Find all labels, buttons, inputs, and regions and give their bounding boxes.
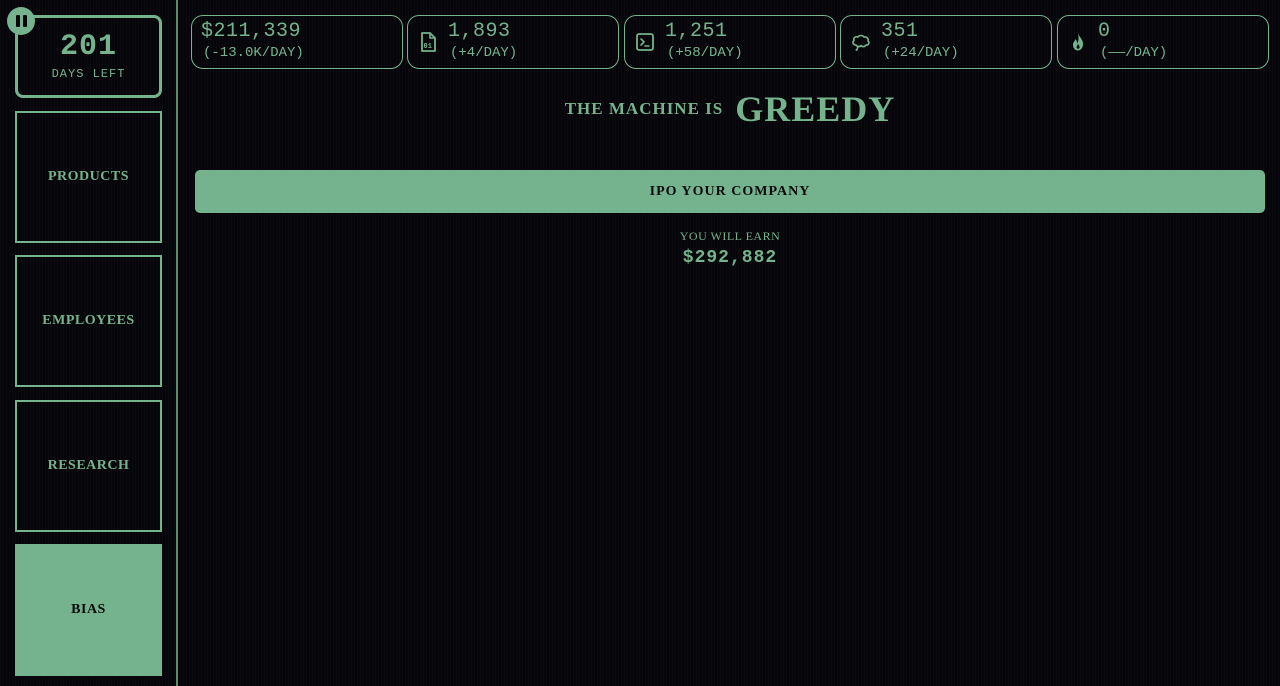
days-left-counter: 201 DAYS LEFT xyxy=(15,15,162,98)
cash-value: $211,339 xyxy=(201,20,302,43)
machine-status-lead: THE MACHINE IS xyxy=(564,99,724,118)
code-rate: (+58/DAY) xyxy=(667,45,743,61)
svg-text:01: 01 xyxy=(424,43,432,51)
intelligence-value: 351 xyxy=(881,20,919,43)
brain-icon xyxy=(850,31,872,53)
code-value: 1,251 xyxy=(665,20,728,43)
hype-value: 0 xyxy=(1098,20,1111,43)
data-rate: (+4/DAY) xyxy=(450,45,518,61)
stat-hype: 0 (——/DAY) xyxy=(1057,15,1269,69)
nav-research-label: RESEARCH xyxy=(47,458,130,473)
data-value: 1,893 xyxy=(448,20,511,43)
cash-rate: (-13.0K/DAY) xyxy=(203,45,304,61)
nav-employees-label: EMPLOYEES xyxy=(42,313,135,328)
sidebar: 201 DAYS LEFT PRODUCTS EMPLOYEES RESEARC… xyxy=(0,0,178,686)
hype-rate: (——/DAY) xyxy=(1100,45,1168,61)
ipo-button-label: IPO YOUR COMPANY xyxy=(649,183,811,199)
nav-research[interactable]: RESEARCH xyxy=(15,400,162,532)
intelligence-rate: (+24/DAY) xyxy=(883,45,959,61)
ipo-button[interactable]: IPO YOUR COMPANY xyxy=(195,170,1265,213)
nav-employees[interactable]: EMPLOYEES xyxy=(15,255,162,387)
machine-mood: GREEDY xyxy=(735,89,896,129)
terminal-icon xyxy=(634,31,656,53)
nav-products[interactable]: PRODUCTS xyxy=(15,111,162,243)
nav-products-label: PRODUCTS xyxy=(47,169,129,184)
pause-icon xyxy=(15,15,20,27)
nav-bias[interactable]: BIAS xyxy=(15,544,162,676)
stat-code: 1,251 (+58/DAY) xyxy=(624,15,836,69)
data-file-icon: 01 xyxy=(417,31,439,53)
machine-status-heading: THE MACHINE IS GREEDY xyxy=(195,88,1265,130)
stat-intelligence: 351 (+24/DAY) xyxy=(840,15,1052,69)
nav-bias-label: BIAS xyxy=(71,602,106,617)
pause-button[interactable] xyxy=(7,7,35,35)
stat-data: 01 1,893 (+4/DAY) xyxy=(407,15,619,69)
flame-icon xyxy=(1067,31,1089,53)
days-left-label: DAYS LEFT xyxy=(51,67,126,81)
earn-value: $292,882 xyxy=(682,248,778,268)
stat-cash: $211,339 (-13.0K/DAY) xyxy=(191,15,403,69)
days-left-value: 201 xyxy=(59,30,117,64)
earn-label: YOU WILL EARN xyxy=(679,229,781,243)
